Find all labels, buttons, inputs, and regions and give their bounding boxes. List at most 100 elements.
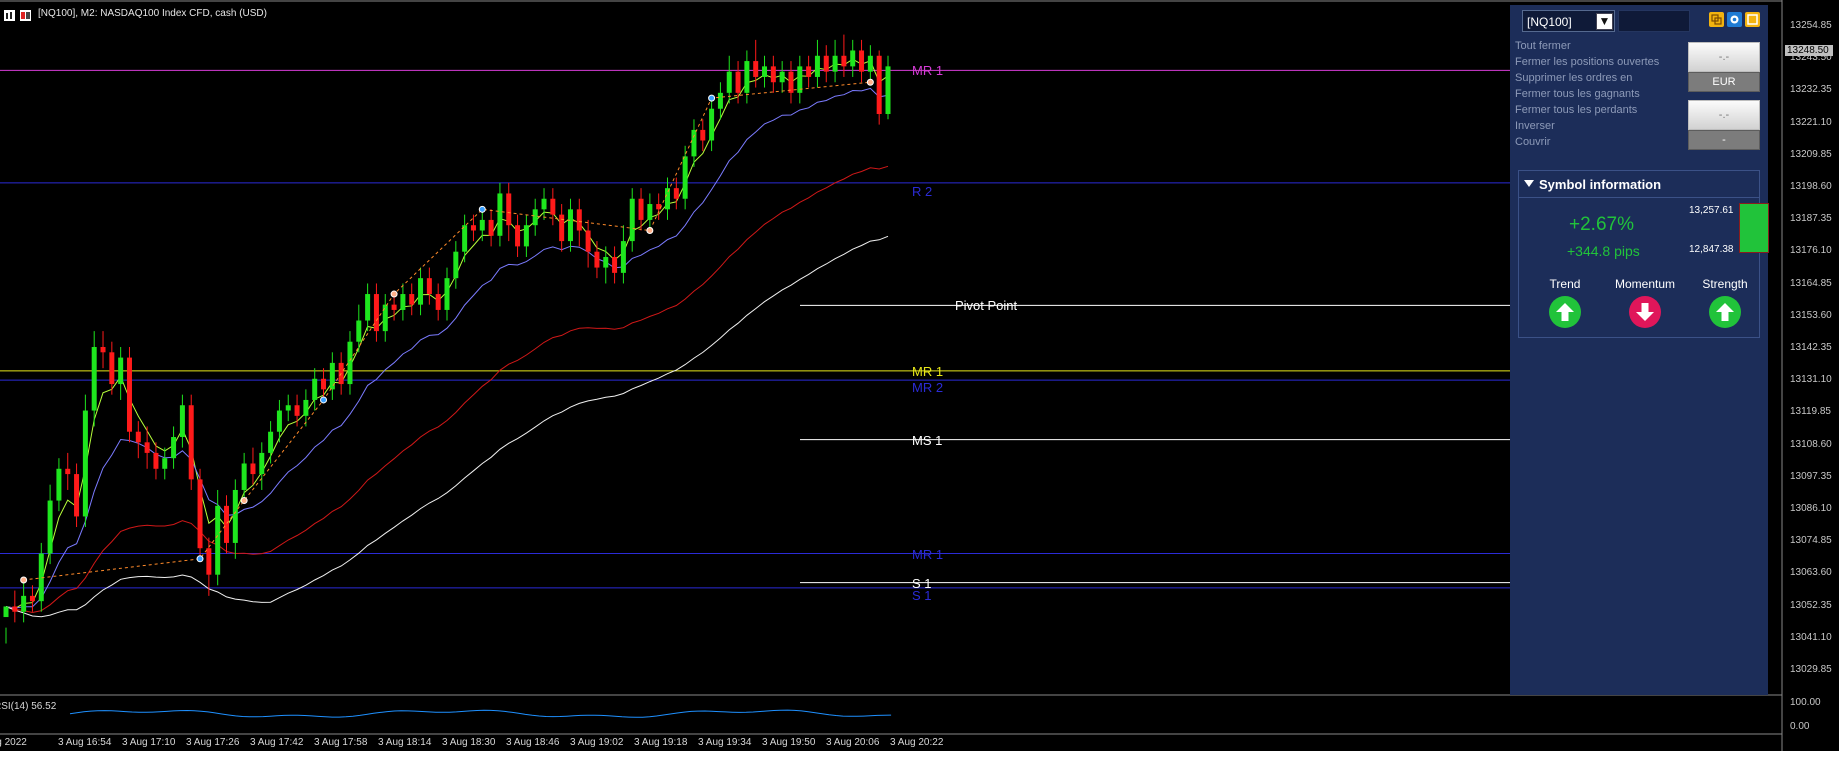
time-tick-9: 3 Aug 19:02 (570, 737, 624, 748)
time-tick-11: 3 Aug 19:34 (698, 737, 752, 748)
candle-body-18 (162, 458, 168, 469)
candle-body-87 (770, 66, 776, 83)
candle-body-45 (400, 294, 406, 310)
price-tick-2: 13232.35 (1790, 84, 1832, 96)
chart-type-icon[interactable] (4, 8, 15, 21)
candle-body-86 (762, 66, 768, 77)
candle-body-83 (735, 71, 741, 93)
candle-body-69 (612, 256, 618, 273)
chevron-down-icon[interactable]: ▼ (1596, 13, 1613, 30)
candle-body-43 (382, 304, 388, 332)
candle-body-82 (726, 71, 732, 93)
candle-body-36 (321, 378, 327, 390)
price-tick-3: 13221.10 (1790, 116, 1832, 128)
range-high: 13,257.61 (1689, 205, 1734, 216)
momentum-label: Momentum (1614, 277, 1676, 291)
candle-body-6 (56, 468, 62, 501)
price-tick-7: 13176.10 (1790, 245, 1832, 257)
buy-price-button[interactable]: -.- (1688, 42, 1760, 72)
price-tick-20: 13029.85 (1790, 664, 1832, 675)
candle-body-28 (250, 463, 256, 475)
candle-body-26 (232, 489, 238, 543)
candle-body-13 (118, 357, 124, 385)
sell-price-button[interactable]: -.- (1688, 100, 1760, 130)
candle-body-88 (779, 71, 785, 83)
copy-icon[interactable] (1709, 12, 1724, 27)
candle-body-74 (656, 204, 662, 210)
candle-body-35 (312, 378, 318, 400)
candle-body-2 (21, 595, 27, 612)
price-tick-18: 13052.35 (1790, 599, 1832, 611)
price-tick-13: 13108.60 (1790, 438, 1832, 450)
momentum-down-arrow-icon (1629, 296, 1661, 328)
time-tick-14: 3 Aug 20:22 (890, 737, 944, 748)
currency-button[interactable]: EUR (1688, 72, 1760, 92)
candle-body-93 (823, 55, 829, 72)
close-open-positions-action[interactable]: Fermer les positions ouvertes (1515, 56, 1659, 68)
time-tick-10: 3 Aug 19:18 (634, 737, 688, 748)
zigzag-point-7 (708, 94, 716, 102)
candle-body-89 (788, 71, 794, 93)
candle-body-68 (603, 256, 609, 268)
candle-body-52 (462, 225, 468, 252)
candle-body-91 (806, 66, 812, 77)
candle-body-80 (709, 108, 715, 141)
price-tick-17: 13063.60 (1790, 567, 1832, 579)
candle-body-99 (876, 55, 882, 115)
time-tick-8: 3 Aug 18:46 (506, 737, 560, 748)
trade-panel: [NQ100] ▼ Tout fermer Fermer les positio… (1510, 5, 1769, 695)
reverse-action[interactable]: Inverser (1515, 120, 1555, 132)
zigzag-point-6 (646, 227, 654, 235)
settings-icon[interactable] (1727, 12, 1742, 27)
current-price-label: 13248.50 (1785, 45, 1833, 56)
candle-body-17 (153, 452, 159, 469)
close-losers-action[interactable]: Fermer tous les perdants (1515, 104, 1637, 116)
collapse-icon[interactable] (1524, 180, 1534, 187)
candle-body-3 (29, 595, 35, 602)
candle-body-58 (515, 225, 521, 247)
delete-orders-action[interactable]: Supprimer les ordres en (1515, 72, 1632, 84)
candle-body-23 (206, 548, 212, 575)
candle-body-37 (329, 362, 335, 390)
candle-body-33 (294, 405, 300, 416)
close-winners-action[interactable]: Fermer tous les gagnants (1515, 88, 1640, 100)
candle-body-97 (859, 50, 865, 72)
pivot-label-8: S 1 (912, 587, 932, 603)
candle-body-59 (523, 225, 529, 247)
candle-body-62 (550, 198, 556, 215)
candle-body-70 (620, 241, 626, 273)
hedge-action[interactable]: Couvrir (1515, 136, 1550, 148)
rsi-level-100: 100.00 (1790, 697, 1821, 708)
change-pips: +344.8 pips (1567, 243, 1640, 259)
candle-body-22 (197, 479, 203, 549)
rsi-level-0: 0.00 (1790, 721, 1810, 732)
zigzag-point-5 (478, 205, 486, 213)
zigzag-point-0 (20, 576, 28, 584)
candle-body-54 (479, 219, 485, 231)
chart-title: [NQ100], M2: NASDAQ100 Index CFD, cash (… (38, 8, 267, 19)
candle-body-55 (488, 219, 494, 236)
trend-label: Trend (1549, 277, 1581, 291)
trend-up-arrow-icon (1549, 296, 1581, 328)
expand-icon[interactable] (1745, 12, 1760, 27)
lot-size-input[interactable] (1618, 10, 1690, 32)
close-all-action[interactable]: Tout fermer (1515, 40, 1571, 52)
zigzag-point-2 (240, 497, 248, 505)
candle-body-98 (867, 55, 873, 72)
symbol-info-title: Symbol information (1539, 177, 1662, 192)
price-tick-15: 13086.10 (1790, 503, 1832, 514)
candle-body-7 (65, 468, 71, 475)
candle-body-100 (885, 66, 891, 115)
candle-body-51 (453, 251, 459, 279)
pivot-label-6: MR 1 (912, 546, 944, 562)
candle-body-30 (268, 431, 274, 453)
option-button[interactable]: - (1688, 130, 1760, 150)
candle-body-44 (391, 304, 397, 310)
time-tick-13: 3 Aug 20:06 (826, 737, 880, 748)
symbol-info-header[interactable]: Symbol information (1519, 171, 1759, 198)
strength-label: Strength (1702, 277, 1748, 291)
candle-body-0 (3, 606, 9, 618)
candle-body-81 (717, 92, 723, 109)
candle-body-61 (541, 198, 547, 210)
chart-flag-icon[interactable] (20, 8, 31, 21)
